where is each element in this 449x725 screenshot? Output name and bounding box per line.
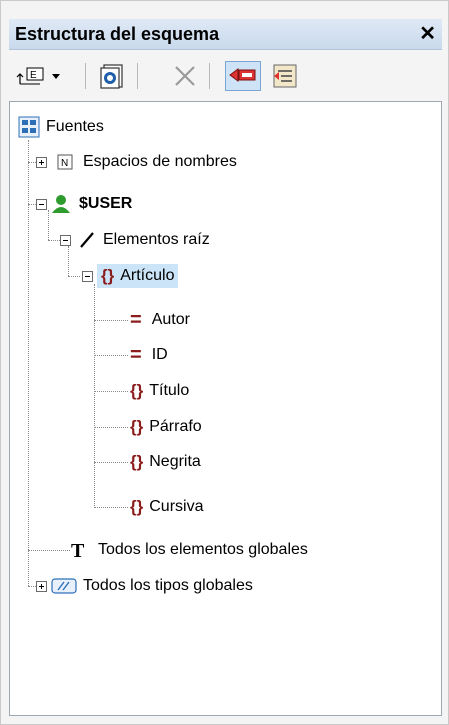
attribute-icon: = [130, 344, 142, 366]
element-icon: {} [130, 497, 144, 516]
toolbar: E [9, 53, 442, 99]
tree-item-global-elements[interactable]: T Todos los elementos globales [70, 537, 308, 563]
schema-tree-panel: Estructura del esquema ✕ E Fuentes N Esp… [0, 0, 449, 725]
tree-item-label: Elementos raíz [103, 231, 210, 248]
svg-text:E: E [30, 70, 37, 81]
tree-connector [28, 140, 29, 586]
tree-item-cursiva[interactable]: {} Cursiva [130, 494, 203, 520]
toolbar-separator [209, 63, 210, 89]
slash-icon [79, 231, 95, 249]
expand-icon[interactable] [36, 580, 47, 592]
tree-item-label: Autor [151, 311, 190, 328]
toolbar-separator [85, 63, 86, 89]
tree-connector [94, 320, 128, 321]
element-icon: {} [130, 381, 144, 400]
tree-item-namespaces[interactable]: N Espacios de nombres [36, 149, 237, 175]
tree-item-label: Cursiva [149, 498, 204, 515]
tree-connector [68, 276, 80, 277]
element-icon: {} [130, 452, 144, 471]
element-icon: {} [101, 266, 115, 285]
tree-connector [94, 284, 95, 508]
tree-connector [48, 240, 60, 241]
selected-node: {} Artículo [97, 264, 179, 288]
tree-item-label: ID [151, 346, 168, 363]
tree-item-articulo[interactable]: {} Artículo [82, 263, 179, 289]
tree-item-titulo[interactable]: {} Título [130, 378, 189, 404]
collapse-node-icon[interactable] [36, 198, 47, 210]
tree-item-negrita[interactable]: {} Negrita [130, 449, 201, 475]
tree-connector [94, 507, 128, 508]
tree-item-label: Fuentes [46, 118, 104, 135]
expand-icon[interactable] [36, 156, 47, 168]
tree-connector [94, 391, 128, 392]
tree-item-label: Todos los tipos globales [83, 577, 253, 594]
add-component-dropdown-button[interactable]: E [15, 61, 77, 91]
element-icon: {} [130, 417, 144, 436]
chevron-down-icon [52, 74, 60, 79]
tree-item-label: Artículo [120, 267, 175, 284]
sync-tree-icon [229, 68, 256, 82]
sources-icon [18, 116, 40, 138]
tree-item-user[interactable]: $USER [36, 191, 132, 217]
delete-button[interactable] [167, 61, 203, 91]
tree-item-label: Espacios de nombres [83, 153, 237, 170]
sync-tree-button[interactable] [225, 61, 261, 91]
collapse-node-icon[interactable] [82, 270, 93, 282]
panel-title: Estructura del esquema [15, 24, 220, 44]
properties-icon [100, 64, 123, 89]
properties-button[interactable] [93, 61, 131, 91]
delete-icon [175, 66, 195, 86]
tree-connector [28, 550, 70, 551]
tree-item-autor[interactable]: = Autor [130, 307, 190, 333]
tree-connector [94, 462, 128, 463]
tree-connector [28, 162, 36, 163]
namespace-icon: N [57, 154, 73, 170]
tree-item-id[interactable]: = ID [130, 342, 168, 368]
attribute-icon: = [130, 309, 142, 331]
close-icon[interactable]: ✕ [419, 21, 436, 46]
collapse-node-icon[interactable] [60, 234, 71, 246]
collapse-icon [273, 64, 297, 88]
tree-connector [94, 355, 128, 356]
tree-connector [28, 586, 36, 587]
tree-item-label: Párrafo [149, 418, 202, 435]
text-type-icon: T [70, 540, 90, 560]
tree-connector [28, 204, 36, 205]
tree-item-label: $USER [79, 195, 133, 212]
toolbar-separator [137, 63, 138, 89]
tree-item-root-elements[interactable]: Elementos raíz [60, 227, 210, 253]
user-icon [51, 194, 71, 214]
tree-item-label: Todos los elementos globales [98, 541, 308, 558]
schema-tree: Fuentes N Espacios de nombres $USER Elem… [9, 101, 442, 716]
tree-item-global-types[interactable]: Todos los tipos globales [36, 573, 253, 599]
collapse-items-button[interactable] [267, 61, 303, 91]
add-component-icon: E [16, 67, 60, 85]
tree-item-parrafo[interactable]: {} Párrafo [130, 414, 202, 440]
global-types-icon [51, 577, 77, 595]
tree-item-fuentes[interactable]: Fuentes [18, 114, 104, 140]
svg-text:T: T [71, 540, 85, 560]
tree-item-label: Negrita [149, 453, 201, 470]
tree-connector [94, 427, 128, 428]
svg-text:N: N [61, 158, 68, 169]
tree-item-label: Título [149, 382, 190, 399]
panel-title-bar: Estructura del esquema ✕ [9, 19, 442, 50]
